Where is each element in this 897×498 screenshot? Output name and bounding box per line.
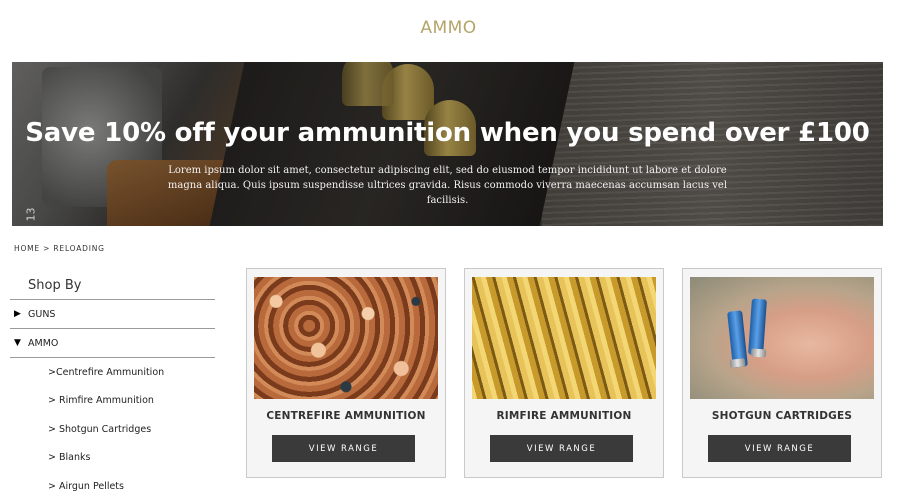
ammo-subcategory-list: >Centrefire Ammunition > Rimfire Ammunit…: [10, 358, 215, 498]
card-title[interactable]: CENTREFIRE AMMUNITION: [247, 410, 445, 422]
caret-down-icon: ▼: [14, 338, 21, 348]
view-range-button[interactable]: VIEW RANGE: [490, 435, 633, 462]
card-title[interactable]: RIMFIRE AMMUNITION: [465, 410, 663, 422]
sidebar-category-label: AMMO: [28, 337, 59, 349]
view-range-button[interactable]: VIEW RANGE: [272, 435, 415, 462]
sidebar-heading: Shop By: [10, 272, 215, 300]
banner-body-text: Lorem ipsum dolor sit amet, consectetur …: [167, 165, 728, 206]
card-title[interactable]: SHOTGUN CARTRIDGES: [683, 410, 881, 422]
brass-bullets-image[interactable]: [472, 277, 656, 399]
page-title: AMMO: [420, 18, 477, 38]
sidebar-item-rimfire[interactable]: > Rimfire Ammunition: [10, 387, 215, 416]
hand-cartridges-image[interactable]: [690, 277, 874, 399]
banner-headline: Save 10% off your ammunition when you sp…: [25, 118, 870, 148]
copper-bullets-image[interactable]: [254, 277, 438, 399]
sidebar-item-shotgun-cartridges[interactable]: > Shotgun Cartridges: [10, 415, 215, 444]
banner-watermark: 13: [24, 207, 38, 222]
category-card-rimfire[interactable]: RIMFIRE AMMUNITION VIEW RANGE: [464, 268, 664, 478]
sidebar-item-blanks[interactable]: > Blanks: [10, 444, 215, 473]
category-card-centrefire[interactable]: CENTREFIRE AMMUNITION VIEW RANGE: [246, 268, 446, 478]
promo-banner: Save 10% off your ammunition when you sp…: [12, 62, 883, 226]
breadcrumb[interactable]: HOME > RELOADING: [14, 244, 105, 253]
sidebar-item-centrefire[interactable]: >Centrefire Ammunition: [10, 358, 215, 387]
caret-right-icon: ▶: [14, 309, 21, 319]
category-card-shotgun[interactable]: SHOTGUN CARTRIDGES VIEW RANGE: [682, 268, 882, 478]
sidebar: Shop By ▶ GUNS ▼ AMMO >Centrefire Ammuni…: [10, 272, 215, 498]
view-range-button[interactable]: VIEW RANGE: [708, 435, 851, 462]
sidebar-category-label: GUNS: [28, 308, 56, 320]
sidebar-category-guns[interactable]: ▶ GUNS: [10, 300, 215, 329]
sidebar-item-airgun-pellets[interactable]: > Airgun Pellets: [10, 472, 215, 498]
sidebar-category-ammo[interactable]: ▼ AMMO: [10, 329, 215, 358]
